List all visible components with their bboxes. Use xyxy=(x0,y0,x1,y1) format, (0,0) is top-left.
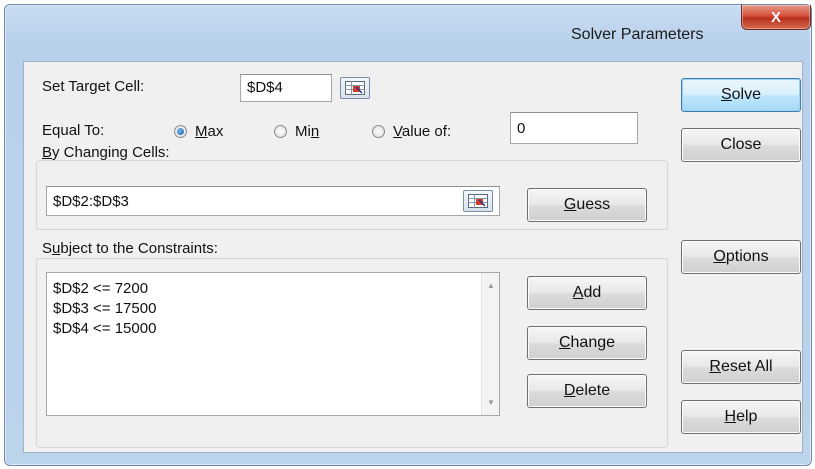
scroll-down-icon[interactable]: ▼ xyxy=(487,398,495,407)
window-title: Solver Parameters xyxy=(571,26,704,43)
changing-cells-collapse-button[interactable] xyxy=(463,190,493,212)
range-select-icon xyxy=(468,194,488,208)
close-window-button[interactable]: X xyxy=(741,5,811,30)
radio-min[interactable]: Min xyxy=(274,123,319,140)
radio-max-label: Max xyxy=(195,123,224,140)
radio-max-indicator xyxy=(174,125,187,138)
solver-dialog: Solver Parameters X Set Target Cell: $D$… xyxy=(4,4,812,466)
change-button[interactable]: Change xyxy=(527,326,647,360)
changing-cells-label: By Changing Cells: xyxy=(42,144,170,161)
target-cell-input[interactable]: $D$4 xyxy=(240,74,332,102)
value-of-input[interactable]: 0 xyxy=(510,112,638,144)
constraint-item[interactable]: $D$2 <= 7200 xyxy=(47,279,499,299)
radio-value-of-label: Value of: xyxy=(393,123,452,140)
close-icon: X xyxy=(770,8,781,26)
radio-min-label: Min xyxy=(295,123,320,140)
radio-value-of-indicator xyxy=(372,125,385,138)
title-bar[interactable]: Solver Parameters X xyxy=(5,5,811,57)
radio-value-of[interactable]: Value of: xyxy=(372,123,451,140)
set-target-cell-label: Set Target Cell: xyxy=(42,78,145,95)
constraints-scrollbar[interactable]: ▲ ▼ xyxy=(481,273,499,415)
radio-min-indicator xyxy=(274,125,287,138)
close-button[interactable]: Close xyxy=(681,128,801,162)
add-button[interactable]: Add xyxy=(527,276,647,310)
target-cell-collapse-button[interactable] xyxy=(340,77,370,99)
constraint-item[interactable]: $D$4 <= 15000 xyxy=(47,319,499,339)
guess-button[interactable]: Guess xyxy=(527,188,647,222)
changing-cells-input[interactable]: $D$2:$D$3 xyxy=(46,186,500,216)
constraints-label: Subject to the Constraints: xyxy=(42,240,218,257)
radio-max[interactable]: Max xyxy=(174,123,223,140)
options-button[interactable]: Options xyxy=(681,240,801,274)
constraint-item[interactable]: $D$3 <= 17500 xyxy=(47,299,499,319)
constraints-list[interactable]: $D$2 <= 7200 $D$3 <= 17500 $D$4 <= 15000… xyxy=(46,272,500,416)
delete-button[interactable]: Delete xyxy=(527,374,647,408)
help-button[interactable]: Help xyxy=(681,400,801,434)
solve-button[interactable]: Solve xyxy=(681,78,801,112)
equal-to-label: Equal To: xyxy=(42,122,105,139)
reset-all-button[interactable]: Reset All xyxy=(681,350,801,384)
range-select-icon xyxy=(345,81,365,95)
dialog-client-area: Set Target Cell: $D$4 Equal To: Max Min xyxy=(23,61,803,453)
scroll-up-icon[interactable]: ▲ xyxy=(487,281,495,290)
